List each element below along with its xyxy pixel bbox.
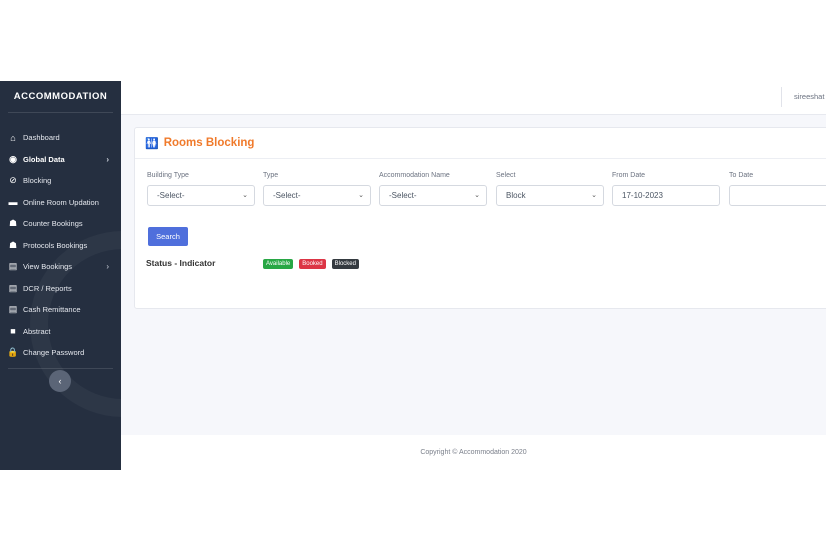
topbar-divider [781,87,782,107]
app-frame: ACCOMMODATION ⌂ Dashboard ◉ Global Data › ⊘ Bl… [0,81,826,470]
word-icon: ▤ [8,282,18,293]
status-badge-available: Available [263,259,294,269]
type-field: Type -Select- ⌄ [263,172,371,206]
sidebar-nav: ⌂ Dashboard ◉ Global Data › ⊘ Blocking ▬ Online … [0,127,121,369]
sidebar-item-label: Abstract [23,326,51,336]
sidebar-item-global-data[interactable]: ◉ Global Data › [0,149,121,171]
sidebar-item-label: Counter Bookings [23,219,83,229]
accommodation-name-value: -Select- [389,191,417,200]
sidebar-divider [8,367,113,369]
topbar: sireeshat [121,81,826,115]
sidebar-item-dcr-reports[interactable]: ▤ DCR / Reports [0,278,121,300]
bed-icon: ▬ [8,197,18,208]
accommodation-name-label: Accommodation Name [379,172,450,179]
sidebar-item-dashboard[interactable]: ⌂ Dashboard [0,127,121,149]
users-icon: ☗ [8,239,18,250]
note-icon: ■ [10,326,16,337]
chevron-down-icon: ⌄ [474,192,480,199]
sidebar-item-cash-remittance[interactable]: ▤ Cash Remittance [0,299,121,321]
building-type-select[interactable]: -Select- ⌄ [147,185,255,206]
card-header: 🚻 Rooms Blocking [135,128,826,159]
sidebar-item-blocking[interactable]: ⊘ Blocking [0,170,121,192]
type-select[interactable]: -Select- ⌄ [263,185,371,206]
word-icon: ▤ [8,304,18,315]
rooms-blocking-card: 🚻 Rooms Blocking Building Type -Select- ⌄ T… [134,127,826,309]
from-date-input[interactable]: 17-10-2023 [612,185,720,206]
building-type-label: Building Type [147,172,189,179]
sidebar-item-label: Cash Remittance [23,305,81,315]
ban-icon: ⊘ [9,175,17,186]
chevron-down-icon: ⌄ [242,192,248,199]
sidebar-item-label: DCR / Reports [23,283,72,293]
sidebar-item-label: View Bookings [23,262,73,272]
status-badges: Available Booked Blocked [263,259,359,269]
chevron-right-icon: › [106,262,109,272]
sidebar-item-label: Dashboard [23,133,60,143]
sidebar-item-view-bookings[interactable]: ▤ View Bookings › [0,256,121,278]
type-label: Type [263,172,279,179]
lock-icon: 🔒 [7,347,19,358]
to-date-input[interactable] [729,185,826,206]
collapse-sidebar-button[interactable]: ‹ [49,370,71,392]
copyright-text: Copyright © Accommodation 2020 [420,449,527,456]
from-date-label: From Date [612,172,646,179]
accommodation-name-select[interactable]: -Select- ⌄ [379,185,487,206]
pdf-icon: ▤ [8,261,18,272]
sidebar-item-protocols-bookings[interactable]: ☗ Protocols Bookings [0,235,121,257]
from-date-field: From Date 17-10-2023 [612,172,720,206]
sidebar-item-label: Online Room Updation [23,197,99,207]
users-icon: ☗ [8,218,18,229]
sidebar-item-abstract[interactable]: ■ Abstract [0,321,121,343]
sidebar-item-counter-bookings[interactable]: ☗ Counter Bookings [0,213,121,235]
building-type-value: -Select- [157,191,185,200]
chevron-right-icon: › [106,154,109,164]
restroom-icon: 🚻 [145,137,159,150]
from-date-value: 17-10-2023 [622,191,663,200]
select-field: Select Block ⌄ [496,172,604,206]
sidebar-item-label: Global Data [23,154,65,164]
building-type-field: Building Type -Select- ⌄ [147,172,255,206]
sidebar: ACCOMMODATION ⌂ Dashboard ◉ Global Data › ⊘ Bl… [0,81,216,470]
to-date-field: To Date [729,172,826,206]
page-title: Rooms Blocking [163,137,255,149]
footer: Copyright © Accommodation 2020 [121,435,826,470]
accommodation-name-field: Accommodation Name -Select- ⌄ [379,172,487,206]
status-indicator-label: Status - Indicator [146,258,216,268]
status-badge-booked: Booked [299,259,326,269]
sidebar-item-label: Change Password [23,348,85,358]
sidebar-item-change-password[interactable]: 🔒 Change Password [0,342,121,364]
home-icon: ⌂ [10,132,16,143]
chevron-down-icon: ⌄ [358,192,364,199]
globe-icon: ◉ [9,153,17,164]
type-value: -Select- [273,191,301,200]
main-area: sireeshat 🚻 Rooms Blocking Building Type… [121,81,826,470]
select-select[interactable]: Block ⌄ [496,185,604,206]
brand-title: ACCOMMODATION [8,81,113,113]
sidebar-item-label: Protocols Bookings [23,240,88,250]
chevron-down-icon: ⌄ [591,192,597,199]
user-menu[interactable]: sireeshat [794,92,824,101]
sidebar-item-label: Blocking [23,176,52,186]
status-badge-blocked: Blocked [331,259,359,269]
sidebar-item-online-room-updation[interactable]: ▬ Online Room Updation [0,192,121,214]
search-button[interactable]: Search [148,227,188,246]
to-date-label: To Date [729,172,754,179]
chevron-left-icon: ‹ [58,376,62,386]
select-value: Block [506,191,526,200]
select-label: Select [496,172,516,179]
